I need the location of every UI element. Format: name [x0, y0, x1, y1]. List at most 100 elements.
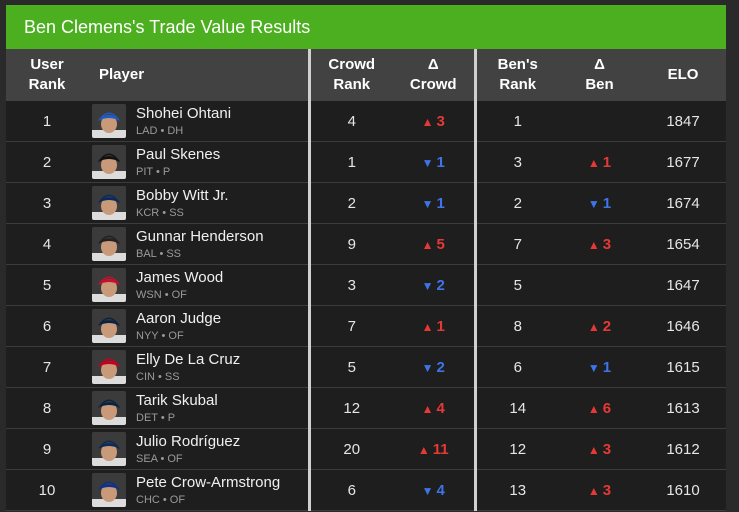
player-headshot-avatar — [92, 391, 126, 425]
delta-crowd-cell: ▲ 4 — [393, 387, 477, 429]
player-name[interactable]: Paul Skenes — [136, 146, 220, 163]
delta-crowd-cell: ▲ 3 — [393, 101, 477, 142]
user-rank-cell: 7 — [6, 346, 88, 388]
player-cell[interactable]: Elly De La Cruz CIN • SS — [88, 346, 311, 388]
crowd-rank-cell: 2 — [309, 182, 393, 224]
bens-rank-cell: 1 — [475, 101, 559, 142]
player-name[interactable]: Gunnar Henderson — [136, 228, 264, 245]
elo-cell: 1613 — [640, 387, 726, 429]
up-triangle-icon: ▲ — [587, 442, 600, 457]
crowd-rank-cell: 4 — [309, 101, 393, 142]
up-triangle-icon: ▲ — [421, 401, 434, 416]
delta-crowd-value: ▲ 4 — [421, 399, 445, 417]
player-headshot-avatar — [92, 473, 126, 507]
player-headshot-avatar — [92, 350, 126, 384]
up-triangle-icon: ▲ — [421, 114, 434, 129]
player-cell[interactable]: Julio Rodríguez SEA • OF — [88, 428, 311, 470]
player-headshot-avatar — [92, 227, 126, 261]
user-rank-cell: 3 — [6, 182, 88, 224]
delta-ben-cell: ▼ 1 — [559, 346, 640, 388]
player-name[interactable]: Tarik Skubal — [136, 392, 218, 409]
player-cell[interactable]: Tarik Skubal DET • P — [88, 387, 311, 429]
player-team-position: BAL • SS — [136, 247, 182, 260]
player-name[interactable]: Elly De La Cruz — [136, 351, 240, 368]
player-cell[interactable]: Paul Skenes PIT • P — [88, 141, 311, 183]
table-row[interactable]: 8 Tarik Skubal DET • P 12 ▲ 4 14 ▲ 6 161… — [6, 387, 726, 429]
player-name[interactable]: James Wood — [136, 269, 223, 286]
header-crowd-rank[interactable]: Crowd Rank — [309, 49, 393, 101]
delta-crowd-cell: ▼ 1 — [393, 141, 477, 183]
up-triangle-icon: ▲ — [421, 237, 434, 252]
delta-crowd-value: ▲ 5 — [421, 235, 445, 253]
bens-rank-cell: 3 — [475, 141, 559, 183]
table-row[interactable]: 9 Julio Rodríguez SEA • OF 20 ▲ 11 12 ▲ … — [6, 428, 726, 470]
crowd-rank-cell: 7 — [309, 305, 393, 347]
player-team-position: CHC • OF — [136, 493, 186, 506]
header-delta-ben[interactable]: Δ Ben — [559, 49, 640, 101]
player-cell[interactable]: Gunnar Henderson BAL • SS — [88, 223, 311, 265]
delta-crowd-cell: ▼ 2 — [393, 264, 477, 306]
player-name[interactable]: Pete Crow-Armstrong — [136, 474, 280, 491]
table-row[interactable]: 10 Pete Crow-Armstrong CHC • OF 6 ▼ 4 13… — [6, 469, 726, 511]
delta-ben-value: ▲ 3 — [587, 235, 612, 253]
bens-rank-cell: 7 — [475, 223, 559, 265]
delta-crowd-value: ▼ 1 — [421, 153, 445, 171]
table-row[interactable]: 6 Aaron Judge NYY • OF 7 ▲ 1 8 ▲ 2 1646 — [6, 305, 726, 347]
up-triangle-icon: ▲ — [587, 401, 600, 416]
player-name[interactable]: Shohei Ohtani — [136, 105, 231, 122]
player-team-position: CIN • SS — [136, 370, 180, 383]
results-table: User Rank Player Crowd Rank Δ Crowd Ben's Ra… — [6, 49, 726, 511]
delta-ben-value: ▼ 1 — [587, 358, 612, 376]
table-row[interactable]: 5 James Wood WSN • OF 3 ▼ 2 5 1647 — [6, 264, 726, 306]
player-cell[interactable]: James Wood WSN • OF — [88, 264, 311, 306]
player-team-position: SEA • OF — [136, 452, 183, 465]
up-triangle-icon: ▲ — [587, 483, 600, 498]
down-triangle-icon: ▼ — [421, 196, 434, 211]
player-headshot-avatar — [92, 145, 126, 179]
player-cell[interactable]: Bobby Witt Jr. KCR • SS — [88, 182, 311, 224]
player-name[interactable]: Aaron Judge — [136, 310, 221, 327]
delta-crowd-value: ▼ 2 — [421, 358, 445, 376]
table-row[interactable]: 2 Paul Skenes PIT • P 1 ▼ 1 3 ▲ 1 1677 — [6, 141, 726, 183]
bens-rank-cell: 13 — [475, 469, 559, 511]
delta-ben-cell: ▲ 1 — [559, 141, 640, 183]
table-row[interactable]: 3 Bobby Witt Jr. KCR • SS 2 ▼ 1 2 ▼ 1 16… — [6, 182, 726, 224]
delta-ben-cell: ▲ 2 — [559, 305, 640, 347]
delta-crowd-value: ▼ 1 — [421, 194, 445, 212]
bens-rank-cell: 2 — [475, 182, 559, 224]
header-player[interactable]: Player — [88, 49, 311, 101]
elo-cell: 1674 — [640, 182, 726, 224]
delta-ben-value: ▲ 3 — [587, 481, 612, 499]
user-rank-cell: 8 — [6, 387, 88, 429]
player-headshot-avatar — [92, 104, 126, 138]
table-row[interactable]: 1 Shohei Ohtani LAD • DH 4 ▲ 3 1 1847 — [6, 101, 726, 142]
player-name[interactable]: Bobby Witt Jr. — [136, 187, 229, 204]
down-triangle-icon: ▼ — [421, 483, 434, 498]
user-rank-cell: 9 — [6, 428, 88, 470]
elo-cell: 1847 — [640, 101, 726, 142]
table-row[interactable]: 7 Elly De La Cruz CIN • SS 5 ▼ 2 6 ▼ 1 1… — [6, 346, 726, 388]
player-team-position: PIT • P — [136, 165, 171, 178]
delta-crowd-value: ▲ 3 — [421, 112, 445, 130]
player-headshot-avatar — [92, 268, 126, 302]
player-team-position: LAD • DH — [136, 124, 184, 137]
player-name[interactable]: Julio Rodríguez — [136, 433, 240, 450]
header-bens-rank[interactable]: Ben's Rank — [475, 49, 559, 101]
player-team-position: NYY • OF — [136, 329, 184, 342]
page: Ben Clemens's Trade Value Results User Ra… — [0, 0, 739, 512]
player-headshot-avatar — [92, 309, 126, 343]
user-rank-cell: 4 — [6, 223, 88, 265]
bens-rank-cell: 6 — [475, 346, 559, 388]
up-triangle-icon: ▲ — [587, 319, 600, 334]
header-elo[interactable]: ELO — [640, 49, 726, 101]
table-row[interactable]: 4 Gunnar Henderson BAL • SS 9 ▲ 5 7 ▲ 3 … — [6, 223, 726, 265]
header-delta-crowd[interactable]: Δ Crowd — [393, 49, 477, 101]
player-cell[interactable]: Shohei Ohtani LAD • DH — [88, 101, 311, 142]
crowd-rank-cell: 1 — [309, 141, 393, 183]
elo-cell: 1677 — [640, 141, 726, 183]
player-headshot-avatar — [92, 432, 126, 466]
player-cell[interactable]: Pete Crow-Armstrong CHC • OF — [88, 469, 311, 511]
player-cell[interactable]: Aaron Judge NYY • OF — [88, 305, 311, 347]
header-user-rank[interactable]: User Rank — [6, 49, 88, 101]
up-triangle-icon: ▲ — [417, 442, 430, 457]
